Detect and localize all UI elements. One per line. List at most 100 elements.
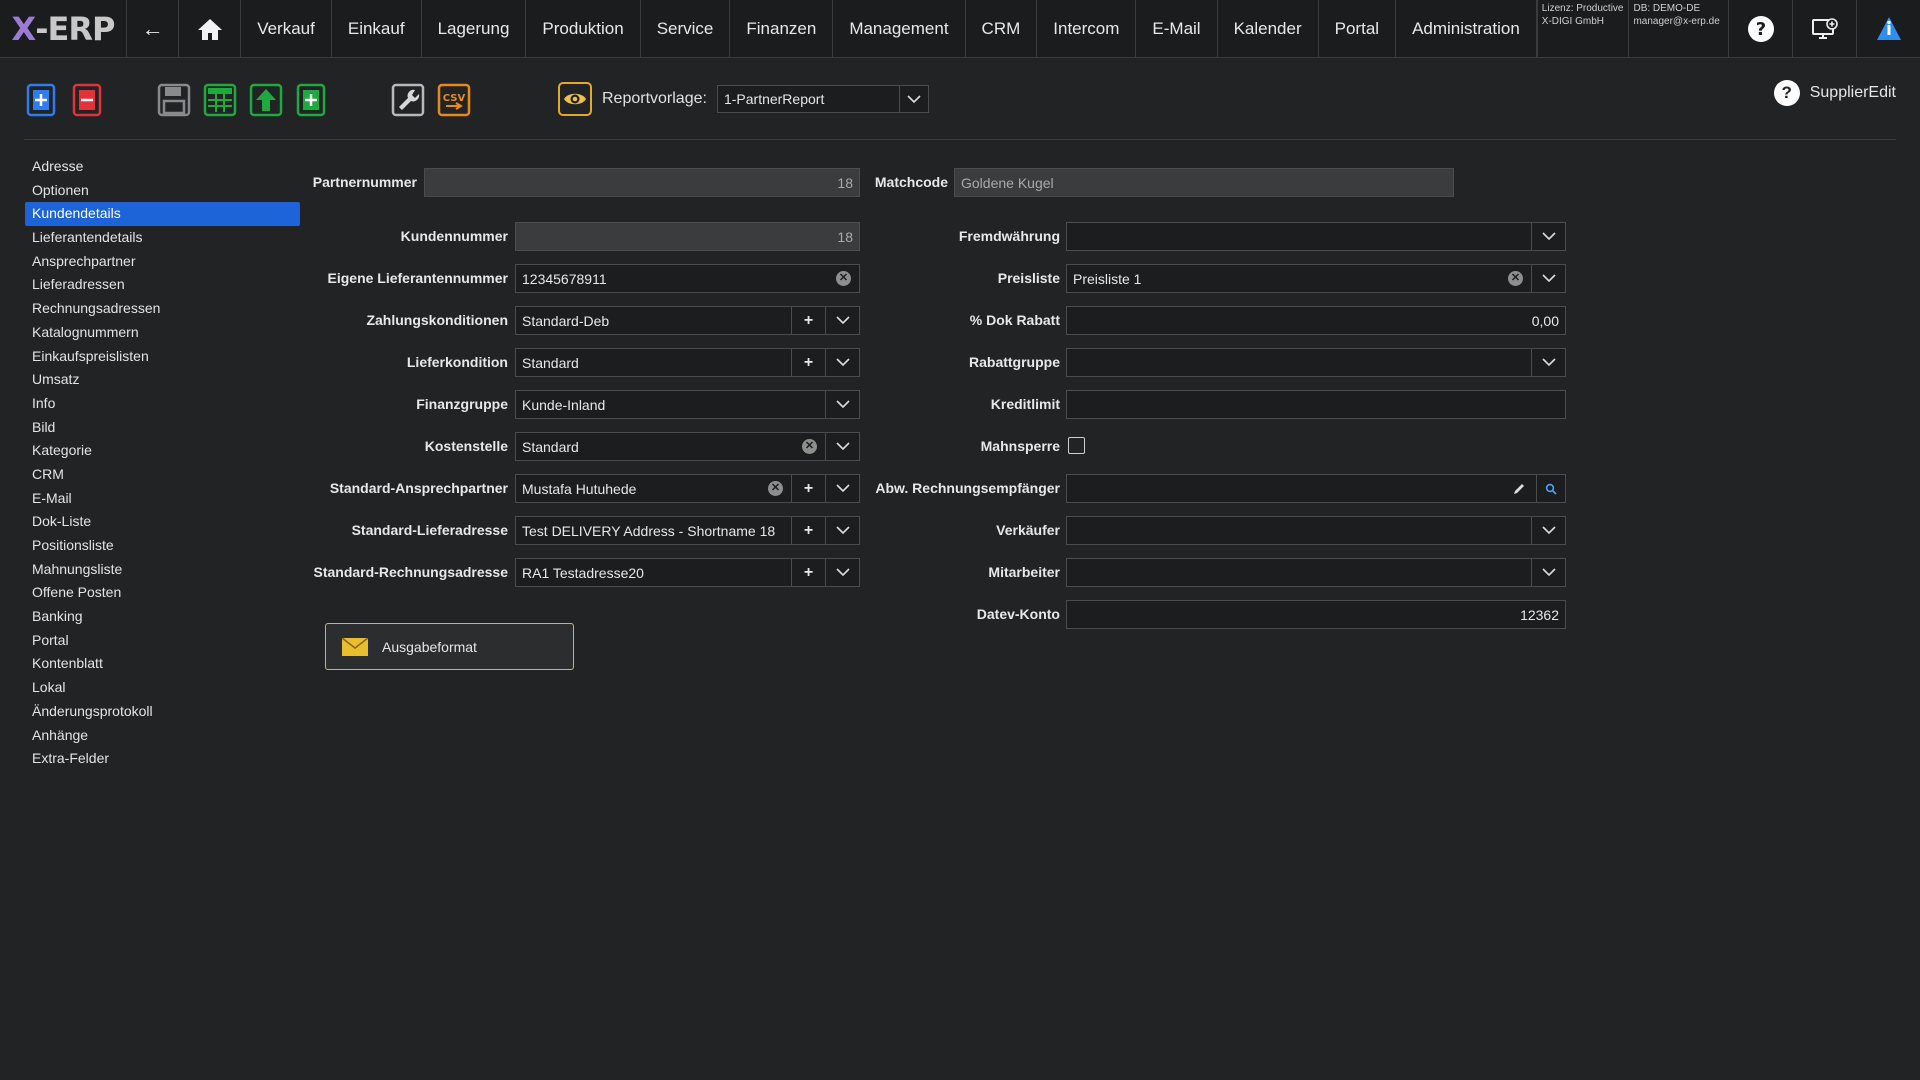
clear-icon[interactable]: ✕ bbox=[836, 271, 851, 286]
chevron-down-icon[interactable] bbox=[825, 517, 859, 544]
sidebar-item-extra-felder[interactable]: Extra-Felder bbox=[25, 747, 300, 771]
add-lieferkondition-button[interactable]: + bbox=[791, 349, 825, 376]
standard-ansprechpartner-select[interactable]: Mustafa Hutuhede ✕ + bbox=[515, 474, 860, 503]
nav-verkauf[interactable]: Verkauf bbox=[241, 0, 332, 57]
chevron-down-icon[interactable] bbox=[1531, 559, 1565, 586]
sidebar-item-katalognummern[interactable]: Katalognummern bbox=[25, 321, 300, 345]
chevron-down-icon[interactable] bbox=[1531, 517, 1565, 544]
sidebar-item-positionsliste[interactable]: Positionsliste bbox=[25, 534, 300, 558]
preview-button[interactable] bbox=[558, 82, 592, 116]
chevron-down-icon[interactable] bbox=[825, 433, 859, 460]
datev-konto-input[interactable]: 12362 bbox=[1066, 600, 1566, 629]
verkaeufer-select[interactable] bbox=[1066, 516, 1566, 545]
upload-icon[interactable] bbox=[248, 82, 284, 118]
new-document-icon[interactable] bbox=[24, 82, 60, 118]
ausgabeformat-button[interactable]: Ausgabeformat bbox=[325, 623, 574, 670]
sidebar-item-lokal[interactable]: Lokal bbox=[25, 676, 300, 700]
nav-portal[interactable]: Portal bbox=[1319, 0, 1397, 57]
mitarbeiter-select[interactable] bbox=[1066, 558, 1566, 587]
sidebar-item-banking[interactable]: Banking bbox=[25, 605, 300, 629]
sidebar-item-portal[interactable]: Portal bbox=[25, 629, 300, 653]
nav-management[interactable]: Management bbox=[833, 0, 966, 57]
sidebar-item-optionen[interactable]: Optionen bbox=[25, 179, 300, 203]
chevron-down-icon[interactable] bbox=[825, 307, 859, 334]
clear-icon[interactable]: ✕ bbox=[802, 439, 817, 454]
report-template-select[interactable]: 1-PartnerReport bbox=[716, 85, 929, 113]
clear-icon[interactable]: ✕ bbox=[768, 481, 783, 496]
home-button[interactable] bbox=[179, 0, 242, 57]
standard-lieferadresse-select[interactable]: Test DELIVERY Address - Shortname 18 + bbox=[515, 516, 860, 545]
sidebar-item-bild[interactable]: Bild bbox=[25, 416, 300, 440]
fremdwaehrung-select[interactable] bbox=[1066, 222, 1566, 251]
sidebar-item-einkaufspreislisten[interactable]: Einkaufspreislisten bbox=[25, 345, 300, 369]
sidebar-item-kundendetails[interactable]: Kundendetails bbox=[25, 202, 300, 227]
info-warning-button[interactable] bbox=[1857, 0, 1920, 57]
sidebar-item-dok-liste[interactable]: Dok-Liste bbox=[25, 510, 300, 534]
remote-desktop-button[interactable] bbox=[1793, 0, 1858, 57]
nav-produktion[interactable]: Produktion bbox=[526, 0, 641, 57]
eigene-lieferantennummer-value: 12345678911 bbox=[522, 270, 607, 287]
sidebar-item-rechnungsadressen[interactable]: Rechnungsadressen bbox=[25, 297, 300, 321]
lieferkondition-select[interactable]: Standard + bbox=[515, 348, 860, 377]
chevron-down-icon[interactable] bbox=[825, 349, 859, 376]
chevron-down-icon[interactable] bbox=[1531, 223, 1565, 250]
sidebar-item-lieferadressen[interactable]: Lieferadressen bbox=[25, 273, 300, 297]
chevron-down-icon[interactable] bbox=[825, 475, 859, 502]
standard-rechnungsadresse-select[interactable]: RA1 Testadresse20 + bbox=[515, 558, 860, 587]
mahnsperre-checkbox[interactable] bbox=[1068, 437, 1085, 454]
back-button[interactable]: ← bbox=[127, 0, 180, 57]
dok-rabatt-input[interactable]: 0,00 bbox=[1066, 306, 1566, 335]
add-rechnungsadresse-button[interactable]: + bbox=[791, 559, 825, 586]
csv-export-icon[interactable]: CSV bbox=[436, 82, 472, 118]
sidebar-item-kategorie[interactable]: Kategorie bbox=[25, 439, 300, 463]
add-lieferadresse-button[interactable]: + bbox=[791, 517, 825, 544]
abw-rechnungsempfaenger-field[interactable] bbox=[1066, 474, 1566, 503]
copy-document-icon[interactable] bbox=[294, 82, 330, 118]
edit-pencil-icon[interactable] bbox=[1512, 482, 1526, 496]
help-button[interactable]: ? bbox=[1729, 0, 1794, 57]
nav-einkauf[interactable]: Einkauf bbox=[332, 0, 422, 57]
wrench-icon[interactable] bbox=[390, 82, 426, 118]
sidebar-item-umsatz[interactable]: Umsatz bbox=[25, 368, 300, 392]
sidebar-item-aenderungsprotokoll[interactable]: Änderungsprotokoll bbox=[25, 700, 300, 724]
delete-document-icon[interactable] bbox=[70, 82, 106, 118]
sidebar-item-kontenblatt[interactable]: Kontenblatt bbox=[25, 652, 300, 676]
chevron-down-icon[interactable] bbox=[1531, 349, 1565, 376]
chevron-down-icon[interactable] bbox=[898, 86, 928, 112]
supplier-edit-help[interactable]: ? SupplierEdit bbox=[1773, 80, 1896, 106]
chevron-down-icon[interactable] bbox=[825, 559, 859, 586]
clear-icon[interactable]: ✕ bbox=[1508, 271, 1523, 286]
search-icon[interactable] bbox=[1536, 475, 1565, 502]
sidebar-item-anhaenge[interactable]: Anhänge bbox=[25, 724, 300, 748]
nav-kalender[interactable]: Kalender bbox=[1218, 0, 1319, 57]
nav-email[interactable]: E-Mail bbox=[1136, 0, 1218, 57]
nav-finanzen[interactable]: Finanzen bbox=[730, 0, 834, 57]
preisliste-select[interactable]: Preisliste 1 ✕ bbox=[1066, 264, 1566, 293]
nav-lagerung[interactable]: Lagerung bbox=[422, 0, 527, 57]
kostenstelle-select[interactable]: Standard ✕ bbox=[515, 432, 860, 461]
kreditlimit-input[interactable] bbox=[1066, 390, 1566, 419]
sidebar-item-lieferantendetails[interactable]: Lieferantendetails bbox=[25, 226, 300, 250]
chevron-down-icon[interactable] bbox=[1531, 265, 1565, 292]
rabattgruppe-select[interactable] bbox=[1066, 348, 1566, 377]
finanzgruppe-select[interactable]: Kunde-Inland bbox=[515, 390, 860, 419]
sidebar-item-ansprechpartner[interactable]: Ansprechpartner bbox=[25, 250, 300, 274]
zahlungskonditionen-select[interactable]: Standard-Deb + bbox=[515, 306, 860, 335]
add-ansprechpartner-button[interactable]: + bbox=[791, 475, 825, 502]
sidebar-item-crm[interactable]: CRM bbox=[25, 463, 300, 487]
sidebar-item-info[interactable]: Info bbox=[25, 392, 300, 416]
eigene-lieferantennummer-field[interactable]: 12345678911 ✕ bbox=[515, 264, 860, 293]
chevron-down-icon[interactable] bbox=[825, 391, 859, 418]
sidebar-item-e-mail[interactable]: E-Mail bbox=[25, 487, 300, 511]
nav-crm[interactable]: CRM bbox=[966, 0, 1038, 57]
nav-intercom[interactable]: Intercom bbox=[1037, 0, 1137, 57]
sidebar-item-offene-posten[interactable]: Offene Posten bbox=[25, 581, 300, 605]
add-zahlungskondition-button[interactable]: + bbox=[791, 307, 825, 334]
sidebar-item-adresse[interactable]: Adresse bbox=[25, 155, 300, 179]
table-icon[interactable] bbox=[202, 82, 238, 118]
save-icon[interactable] bbox=[156, 82, 192, 118]
nav-administration[interactable]: Administration bbox=[1396, 0, 1537, 57]
app-logo[interactable]: X -ERP bbox=[0, 0, 127, 57]
nav-service[interactable]: Service bbox=[641, 0, 731, 57]
sidebar-item-mahnungsliste[interactable]: Mahnungsliste bbox=[25, 558, 300, 582]
